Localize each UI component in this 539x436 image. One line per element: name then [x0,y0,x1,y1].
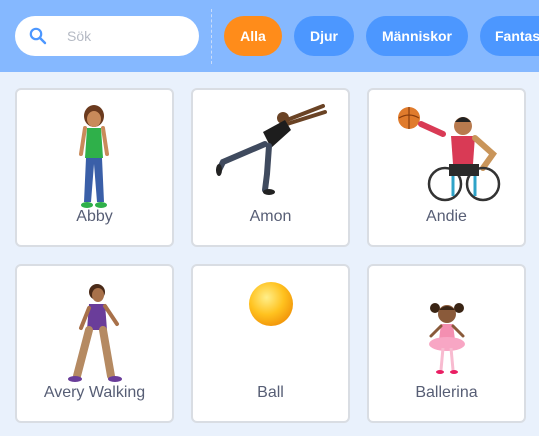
andie-sprite-icon [398,107,501,202]
sprite-name: Andie [426,208,467,225]
sprite-tile-ball[interactable]: Ball [191,264,350,423]
search-input[interactable] [67,16,187,56]
tab-fantasy[interactable]: Fantasy [480,16,539,56]
sprite-tile-avery-walking[interactable]: Avery Walking [15,264,174,423]
tab-people[interactable]: Människor [366,16,468,56]
sprite-name: Avery Walking [43,384,146,401]
filter-divider [211,9,212,64]
search-icon [29,27,47,45]
sprite-name: Ballerina [415,384,478,401]
search-box[interactable] [15,16,199,56]
sprite-tile-abby[interactable]: Abby [15,88,174,247]
sprite-tile-ballerina[interactable]: Ballerina [367,264,526,423]
ballerina-sprite-icon [429,303,465,374]
sprite-name: Abby [76,208,113,225]
tab-all[interactable]: Alla [224,16,282,56]
abby-sprite-icon [79,105,109,208]
sprite-name: Ball [257,384,284,401]
amon-sprite-icon [216,104,327,195]
sprite-tile-amon[interactable]: Amon [191,88,350,247]
sprite-tile-andie[interactable]: Andie [367,88,526,247]
tab-animals[interactable]: Djur [294,16,354,56]
sprite-name: Amon [249,208,292,225]
library-filter-bar: Alla Djur Människor Fantasy [0,0,539,72]
avery-walking-sprite-icon [68,284,122,382]
ball-sprite-icon [249,282,293,326]
